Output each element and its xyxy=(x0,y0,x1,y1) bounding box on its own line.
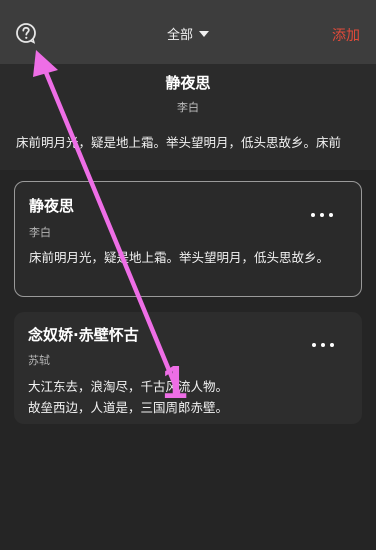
poem-card-author: 李白 xyxy=(29,226,51,239)
poem-card-content-line: 故垒西边，人道是，三国周郎赤壁。 xyxy=(28,400,229,415)
dot-icon xyxy=(320,213,324,217)
poem-card-content: 床前明月光，疑是地上霜。举头望明月，低头思故乡。 xyxy=(29,250,330,265)
featured-poem: 静夜思 李白 床前明月光，疑是地上霜。举头望明月，低头思故乡。床前 xyxy=(0,64,376,170)
dot-icon xyxy=(330,343,334,347)
poem-card[interactable]: 静夜思 李白 床前明月光，疑是地上霜。举头望明月，低头思故乡。 xyxy=(14,181,362,297)
caret-down-icon xyxy=(199,31,209,37)
poem-card-title: 静夜思 xyxy=(29,197,75,215)
featured-author: 李白 xyxy=(177,101,199,114)
more-options-button[interactable] xyxy=(311,210,333,220)
add-button[interactable]: 添加 xyxy=(332,25,360,45)
poem-card-content: 大江东去，浪淘尽，千古风流人物。 故垒西边，人道是，三国周郎赤壁。 xyxy=(28,376,346,418)
poem-card-title: 念奴娇·赤壁怀古 xyxy=(28,326,139,344)
dot-icon xyxy=(312,343,316,347)
filter-label: 全部 xyxy=(166,28,193,43)
dot-icon xyxy=(329,213,333,217)
featured-title: 静夜思 xyxy=(165,74,211,92)
filter-dropdown[interactable]: 全部 xyxy=(0,24,376,43)
top-bar: 全部 添加 xyxy=(0,0,376,64)
poem-card-author: 苏轼 xyxy=(28,354,50,367)
poem-card-content-line: 大江东去，浪淘尽，千古风流人物。 xyxy=(28,379,229,394)
featured-content: 床前明月光，疑是地上霜。举头望明月，低头思故乡。床前 xyxy=(16,135,342,150)
poem-card[interactable]: 念奴娇·赤壁怀古 苏轼 大江东去，浪淘尽，千古风流人物。 故垒西边，人道是，三国… xyxy=(14,312,362,424)
dot-icon xyxy=(321,343,325,347)
more-options-button[interactable] xyxy=(312,340,334,350)
dot-icon xyxy=(311,213,315,217)
